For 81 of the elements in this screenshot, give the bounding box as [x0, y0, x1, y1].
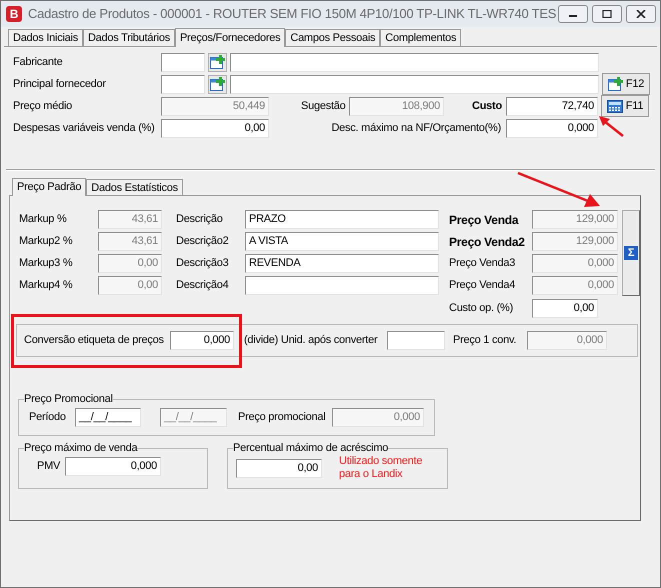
field-label: Markup3 %: [19, 256, 74, 272]
input-field[interactable]: [387, 331, 445, 350]
field-label: Conversão etiqueta de preços: [24, 333, 165, 348]
field-label: Descrição: [176, 212, 224, 228]
input-field[interactable]: 43,61: [98, 210, 162, 229]
input-field[interactable]: 0,00: [98, 276, 162, 295]
field-label: PMV: [37, 458, 62, 474]
window-add-icon: [210, 77, 225, 91]
window-add-icon: [608, 77, 623, 91]
tab[interactable]: Dados Tributários: [82, 29, 175, 46]
input-field[interactable]: [230, 52, 599, 72]
field-label: Markup2 %: [19, 234, 74, 250]
field-label: Sugestão: [301, 98, 346, 114]
input-field[interactable]: 0,000: [65, 456, 161, 476]
field-label: Markup %: [19, 212, 68, 228]
field-label: Fabricante: [13, 54, 64, 70]
app-icon: B: [6, 6, 22, 22]
field-label: Preço Venda: [449, 212, 520, 228]
tab[interactable]: Preço Padrão: [12, 178, 86, 196]
field-label: Descrição3: [176, 256, 230, 272]
input-field[interactable]: 0,00: [236, 458, 322, 478]
tab[interactable]: Dados Estatísticos: [86, 179, 183, 195]
input-field[interactable]: [161, 52, 205, 72]
calculator-icon: [606, 100, 623, 112]
field-label: Preço promocional: [238, 410, 326, 425]
arrow-drawing: [597, 113, 625, 138]
window-add-icon: [210, 55, 225, 69]
add-button[interactable]: F12: [602, 73, 650, 95]
note-text: Utilizado somente para o Landix: [339, 455, 424, 481]
calculator-button[interactable]: F11: [601, 95, 649, 117]
tab[interactable]: Preços/Fornecedores: [174, 28, 286, 47]
field-label: Preço 1 conv.: [453, 333, 518, 348]
tab[interactable]: Campos Pessoais: [285, 29, 380, 46]
field-label: Principal fornecedor: [13, 76, 107, 92]
field-label: Período: [29, 410, 67, 425]
window-title: Cadastro de Produtos - 000001 - ROUTER SEM FIO 150M 4P10/100 TP-LINK TL-WR740 TES: [28, 5, 556, 24]
field-label: Descrição2: [176, 234, 230, 250]
input-field[interactable]: [161, 74, 205, 94]
input-field[interactable]: A VISTA: [245, 232, 439, 251]
maximize-icon: [602, 10, 612, 18]
input-field[interactable]: 0,000: [532, 276, 618, 295]
maximize-button[interactable]: [592, 5, 622, 23]
field-label: Preço Venda3: [449, 256, 516, 272]
add-button[interactable]: [208, 74, 227, 94]
input-field[interactable]: 72,740: [506, 96, 598, 116]
field-label: Markup4 %: [19, 278, 74, 294]
group-title: Percentual máximo de acréscimo: [233, 442, 388, 454]
tab[interactable]: Dados Iniciais: [8, 29, 83, 46]
input-field[interactable]: 0,00: [532, 299, 598, 318]
input-field[interactable]: 0,000: [506, 118, 598, 138]
input-field[interactable]: 0,00: [98, 254, 162, 273]
input-field[interactable]: 129,000: [532, 232, 618, 251]
field-label: Custo op. (%): [449, 301, 514, 316]
input-field[interactable]: __/__/____: [75, 408, 141, 426]
minimize-button[interactable]: [558, 5, 588, 23]
add-button[interactable]: [208, 52, 227, 72]
group-title: Preço Promocional: [24, 393, 113, 405]
input-field[interactable]: [230, 74, 599, 94]
input-field[interactable]: 0,000: [170, 331, 234, 350]
input-field[interactable]: 0,000: [532, 254, 618, 273]
sum-button[interactable]: Σ: [622, 210, 640, 296]
field-label: Preço Venda4: [449, 278, 516, 294]
field-label: Despesas variáveis venda (%): [13, 120, 156, 136]
input-field[interactable]: 0,000: [527, 331, 607, 350]
field-label: Preço Venda2: [449, 234, 526, 250]
close-icon: [636, 10, 646, 18]
close-button[interactable]: [626, 5, 656, 23]
input-field[interactable]: PRAZO: [245, 210, 439, 229]
field-label: Descrição4: [176, 278, 230, 294]
field-label: Desc. máximo na NF/Orçamento(%): [330, 120, 502, 136]
field-label: Preço médio: [13, 98, 74, 114]
input-field[interactable]: 129,000: [532, 210, 618, 229]
input-field[interactable]: REVENDA: [245, 254, 439, 273]
tab[interactable]: Complementos: [380, 29, 462, 46]
group-title: Preço máximo de venda: [24, 442, 138, 454]
input-field[interactable]: 43,61: [98, 232, 162, 251]
field-label: Custo: [472, 98, 503, 114]
field-label: (divide) Unid. após converter: [244, 333, 378, 348]
input-field[interactable]: [245, 276, 439, 295]
input-field[interactable]: 0,00: [161, 118, 269, 138]
input-field[interactable]: 0,000: [332, 408, 424, 426]
